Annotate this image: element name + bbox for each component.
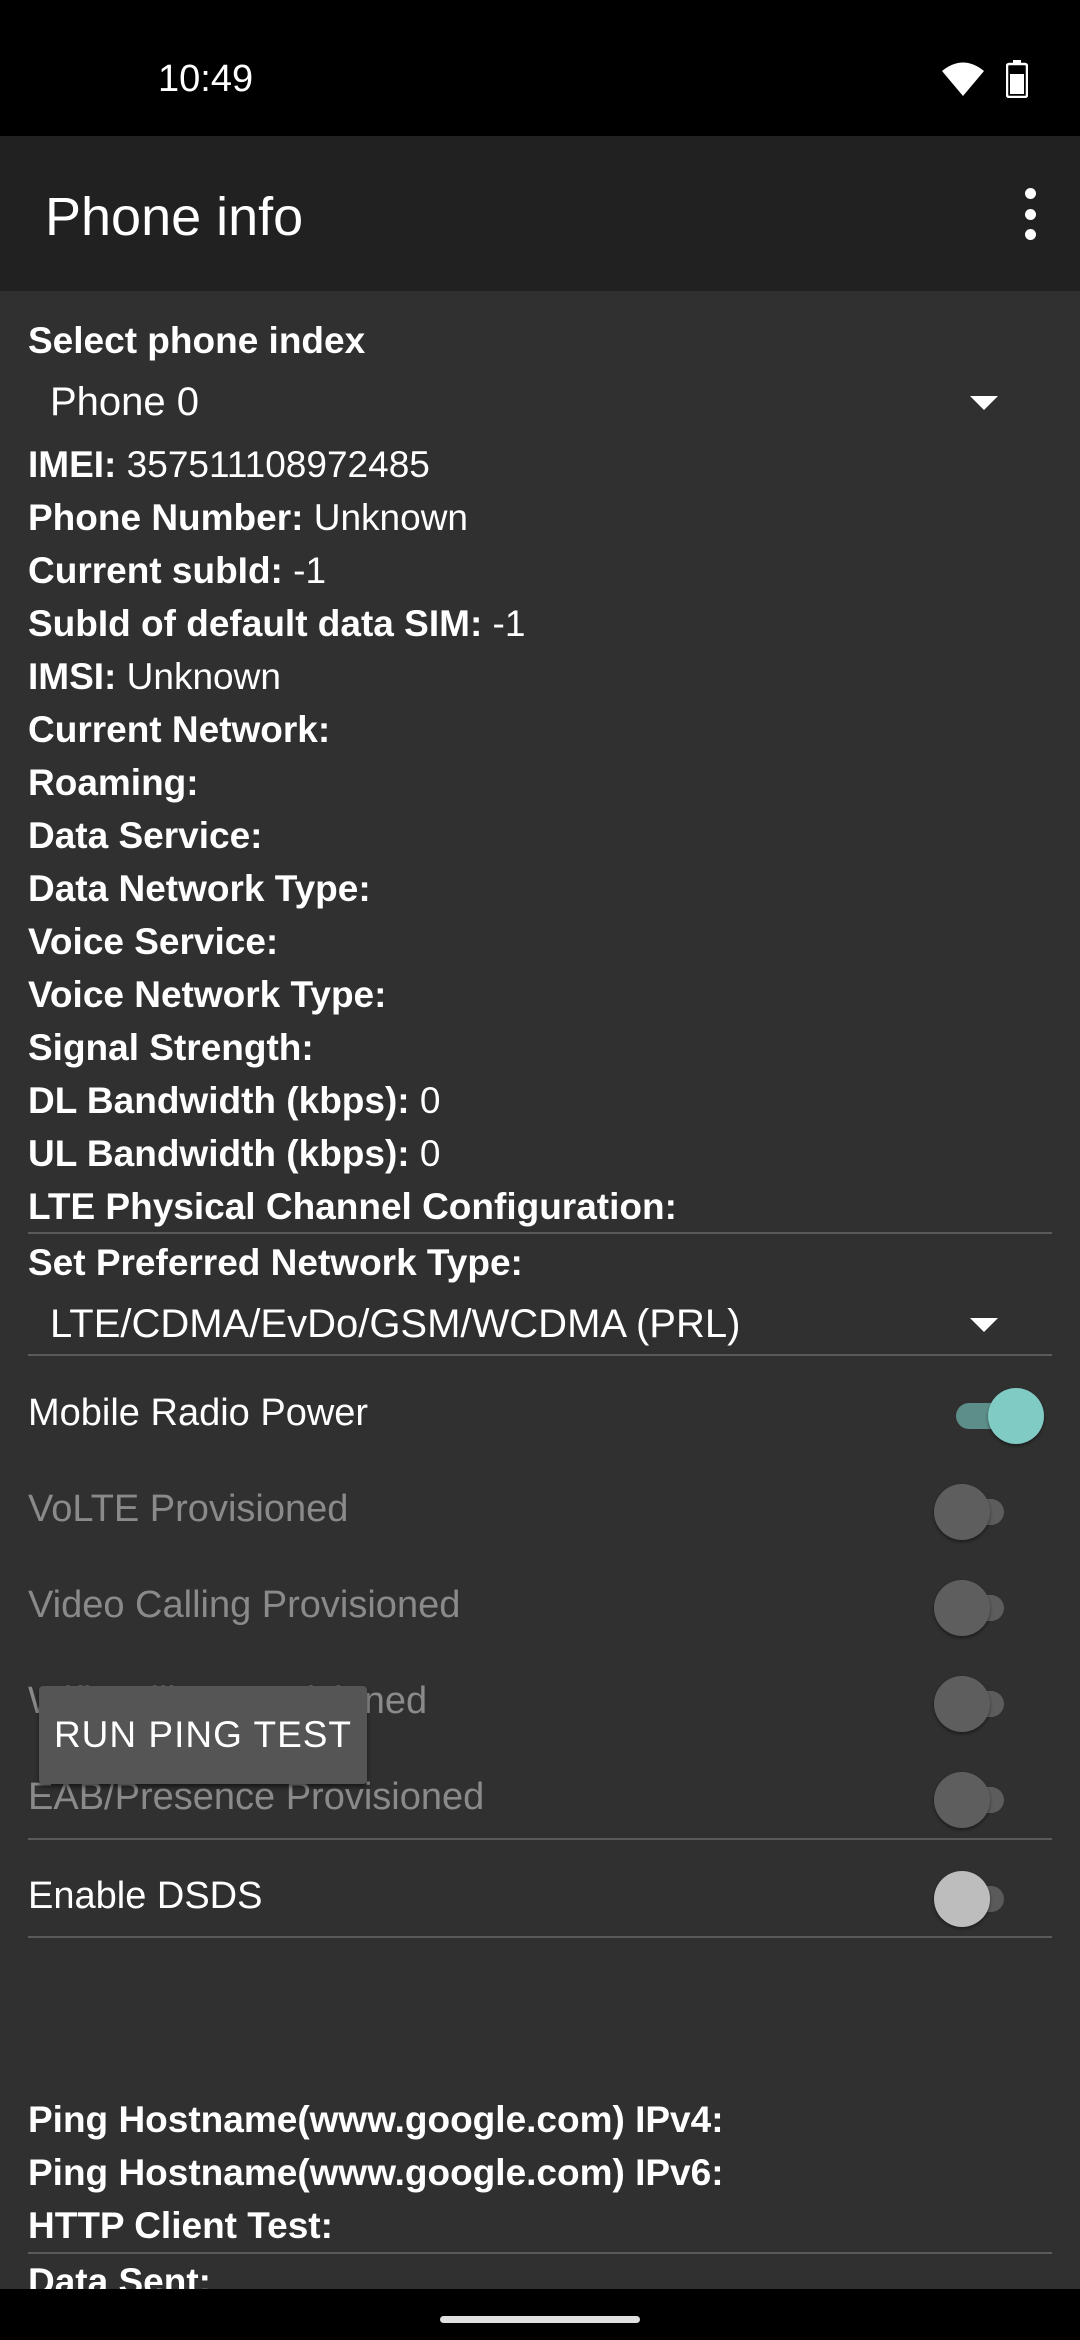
battery-icon [1006,60,1028,98]
switch-label: Enable DSDS [28,1875,263,1917]
info-row-lte-physical-channel: LTE Physical Channel Configuration: [28,1186,677,1227]
info-row-default-data-subid: SubId of default data SIM: -1 [28,603,526,644]
status-icons [942,60,1028,98]
info-row-ul-bandwidth: UL Bandwidth (kbps): 0 [28,1133,441,1174]
select-phone-index-label: Select phone index [28,320,366,361]
info-row-imsi: IMSI: Unknown [28,656,281,697]
preferred-network-value: LTE/CDMA/EvDo/GSM/WCDMA (PRL) [50,1302,741,1346]
phone-index-dropdown[interactable]: Phone 0 [28,376,1052,436]
dropdown-arrow-icon [970,396,998,410]
info-row-current-subid: Current subId: -1 [28,550,327,591]
switch-mobile-radio-power[interactable]: Mobile Radio Power [28,1380,1052,1450]
app-bar: Phone info [0,136,1080,291]
divider [28,1232,1052,1234]
info-row-dl-bandwidth: DL Bandwidth (kbps): 0 [28,1080,441,1121]
info-row-data-service: Data Service: [28,815,263,856]
toggle-thumb [934,1676,990,1732]
phone-index-value: Phone 0 [50,380,200,424]
toggle-thumb[interactable] [934,1871,990,1927]
divider [28,1838,1052,1840]
switch-label: Video Calling Provisioned [28,1584,461,1626]
info-row-voice-network-type: Voice Network Type: [28,974,387,1015]
info-row-roaming: Roaming: [28,762,199,803]
info-row-imei: IMEI: 357511108972485 [28,444,430,485]
info-row-voice-service: Voice Service: [28,921,279,962]
home-gesture-handle[interactable] [440,2316,640,2323]
phone-info-content[interactable]: Select phone index Phone 0 IMEI: 3575111… [0,291,1080,2289]
toggle-thumb[interactable] [988,1388,1044,1444]
preferred-network-dropdown[interactable]: LTE/CDMA/EvDo/GSM/WCDMA (PRL) [28,1298,1052,1358]
divider [28,1354,1052,1356]
status-time: 10:49 [158,58,254,100]
info-row-phone-number: Phone Number: Unknown [28,497,469,538]
switch-enable-dsds[interactable]: Enable DSDS [28,1863,1052,1933]
divider [28,1936,1052,1938]
wifi-icon [942,62,984,96]
info-row-current-network: Current Network: [28,709,331,750]
switch-label: Mobile Radio Power [28,1392,369,1434]
run-ping-test-button[interactable]: RUN PING TEST [39,1686,367,1784]
toggle-thumb [934,1484,990,1540]
info-row-signal-strength: Signal Strength: [28,1027,314,1068]
page-title: Phone info [45,187,304,247]
navigation-bar [0,2289,1080,2340]
info-row-data-network-type: Data Network Type: [28,868,371,909]
dropdown-arrow-icon [970,1318,998,1332]
switch-volte-provisioned: VoLTE Provisioned [28,1476,1052,1546]
status-bar: 10:49 [0,0,1080,136]
more-vert-icon[interactable] [1008,188,1052,240]
switch-video-calling-provisioned: Video Calling Provisioned [28,1572,1052,1642]
preferred-network-label: Set Preferred Network Type: [28,1242,523,1283]
switch-label: VoLTE Provisioned [28,1488,349,1530]
toggle-thumb [934,1772,990,1828]
toggle-thumb [934,1580,990,1636]
